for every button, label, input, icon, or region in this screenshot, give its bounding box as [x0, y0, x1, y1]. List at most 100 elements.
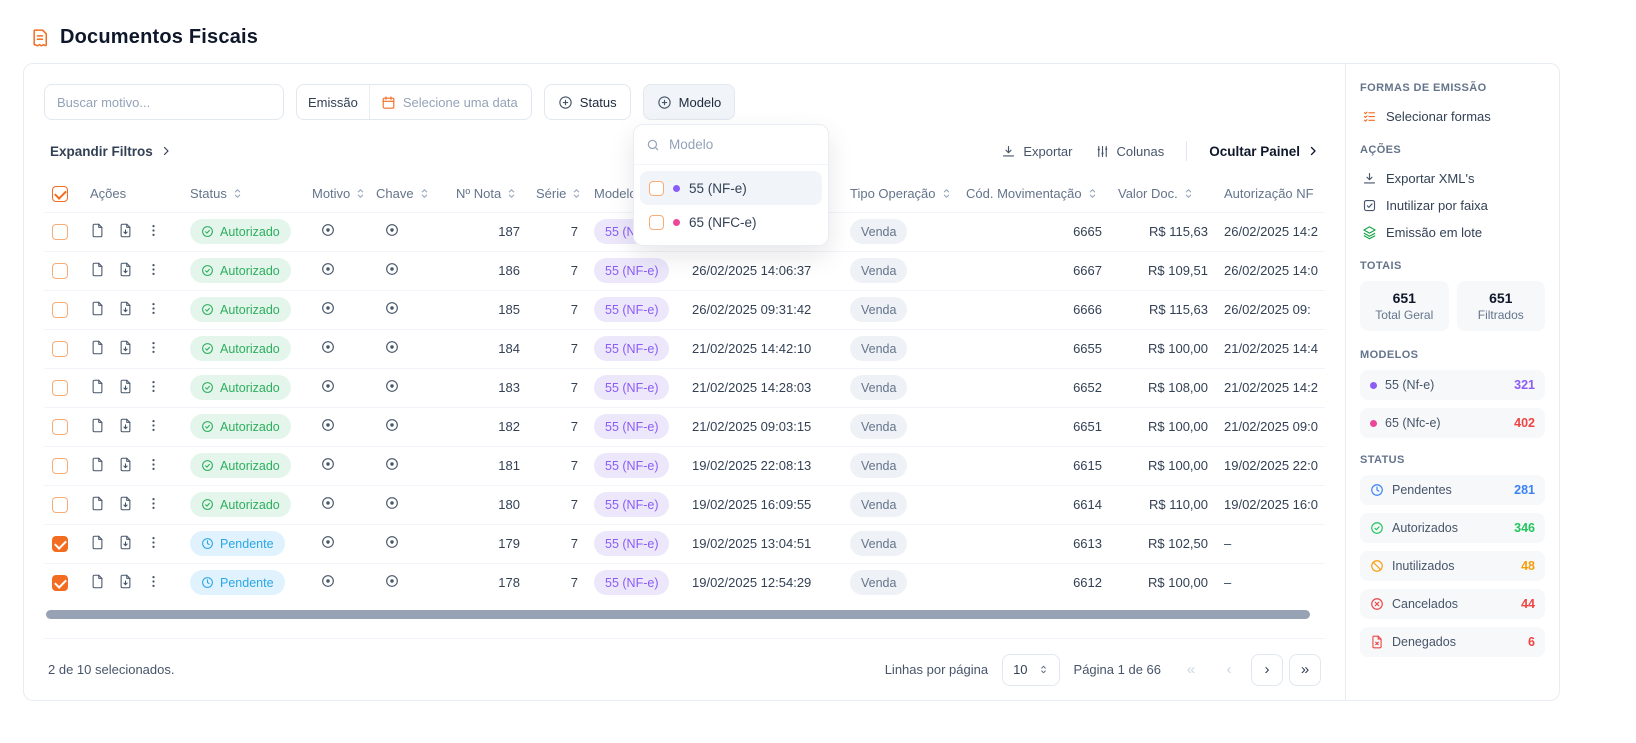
kebab-menu-icon[interactable]	[146, 301, 161, 316]
column-header-serie[interactable]: Série	[528, 175, 586, 212]
document-download-icon[interactable]	[118, 262, 133, 277]
column-header-nota[interactable]: Nº Nota	[448, 175, 528, 212]
key-view-icon[interactable]	[384, 495, 400, 511]
reason-view-icon[interactable]	[320, 573, 336, 589]
column-header-motivo[interactable]: Motivo	[304, 175, 368, 212]
kebab-menu-icon[interactable]	[146, 457, 161, 472]
row-checkbox[interactable]	[52, 497, 68, 513]
emission-date-filter[interactable]: Emissão Selecione uma data	[296, 84, 532, 120]
document-download-icon[interactable]	[118, 340, 133, 355]
document-icon[interactable]	[90, 496, 105, 511]
prev-page-button[interactable]: ‹	[1213, 654, 1245, 686]
model-dropdown-search-input[interactable]	[669, 137, 816, 152]
row-checkbox[interactable]	[52, 419, 68, 435]
row-checkbox[interactable]	[52, 575, 68, 591]
reason-view-icon[interactable]	[320, 261, 336, 277]
kebab-menu-icon[interactable]	[146, 223, 161, 238]
row-checkbox[interactable]	[52, 341, 68, 357]
key-view-icon[interactable]	[384, 339, 400, 355]
row-checkbox[interactable]	[52, 263, 68, 279]
batch-emission-item[interactable]: Emissão em lote	[1360, 219, 1545, 246]
model-dropdown-search[interactable]	[634, 125, 828, 165]
document-icon[interactable]	[90, 301, 105, 316]
document-icon[interactable]	[90, 457, 105, 472]
reason-view-icon[interactable]	[320, 222, 336, 238]
kebab-menu-icon[interactable]	[146, 535, 161, 550]
document-icon[interactable]	[90, 262, 105, 277]
document-icon[interactable]	[90, 340, 105, 355]
column-header-chave[interactable]: Chave	[368, 175, 448, 212]
key-view-icon[interactable]	[384, 534, 400, 550]
select-forms-item[interactable]: Selecionar formas	[1360, 103, 1545, 130]
reason-view-icon[interactable]	[320, 456, 336, 472]
column-header-status[interactable]: Status	[182, 175, 304, 212]
document-icon[interactable]	[90, 379, 105, 394]
model-option-65[interactable]: 65 (NFC-e)	[640, 205, 822, 239]
key-view-icon[interactable]	[384, 573, 400, 589]
kebab-menu-icon[interactable]	[146, 379, 161, 394]
kebab-menu-icon[interactable]	[146, 418, 161, 433]
document-download-icon[interactable]	[118, 496, 133, 511]
reason-view-icon[interactable]	[320, 417, 336, 433]
kebab-menu-icon[interactable]	[146, 496, 161, 511]
expand-filters-link[interactable]: Expandir Filtros	[50, 144, 172, 159]
document-download-icon[interactable]	[118, 457, 133, 472]
status-filter-button[interactable]: Status	[544, 84, 631, 120]
status-autorizados-row[interactable]: Autorizados 346	[1360, 513, 1545, 543]
export-button[interactable]: Exportar	[1001, 144, 1072, 159]
document-download-icon[interactable]	[118, 574, 133, 589]
document-download-icon[interactable]	[118, 223, 133, 238]
document-icon[interactable]	[90, 574, 105, 589]
status-denegados-row[interactable]: Denegados 6	[1360, 627, 1545, 657]
row-checkbox[interactable]	[52, 302, 68, 318]
key-view-icon[interactable]	[384, 222, 400, 238]
key-view-icon[interactable]	[384, 456, 400, 472]
horizontal-scrollbar[interactable]	[46, 610, 1323, 619]
document-icon[interactable]	[90, 223, 105, 238]
document-download-icon[interactable]	[118, 535, 133, 550]
document-download-icon[interactable]	[118, 379, 133, 394]
export-xml-item[interactable]: Exportar XML's	[1360, 165, 1545, 192]
columns-button[interactable]: Colunas	[1095, 144, 1165, 159]
key-view-icon[interactable]	[384, 417, 400, 433]
reason-view-icon[interactable]	[320, 534, 336, 550]
row-checkbox[interactable]	[52, 536, 68, 552]
hide-panel-button[interactable]: Ocultar Painel	[1209, 144, 1319, 159]
column-header-autorizacao[interactable]: Autorização NF	[1216, 175, 1325, 212]
document-icon[interactable]	[90, 418, 105, 433]
status-inutilizados-row[interactable]: Inutilizados 48	[1360, 551, 1545, 581]
kebab-menu-icon[interactable]	[146, 340, 161, 355]
invalidate-range-item[interactable]: Inutilizar por faixa	[1360, 192, 1545, 219]
key-view-icon[interactable]	[384, 300, 400, 316]
kebab-menu-icon[interactable]	[146, 574, 161, 589]
reason-view-icon[interactable]	[320, 378, 336, 394]
reason-view-icon[interactable]	[320, 495, 336, 511]
status-cancelados-row[interactable]: Cancelados 44	[1360, 589, 1545, 619]
rows-per-page-select[interactable]: 10	[1002, 654, 1059, 686]
select-all-checkbox[interactable]	[52, 186, 68, 202]
model-65-row[interactable]: 65 (Nfc-e) 402	[1360, 408, 1545, 438]
key-view-icon[interactable]	[384, 261, 400, 277]
scrollbar-thumb[interactable]	[46, 610, 1310, 619]
column-header-tipo-operacao[interactable]: Tipo Operação	[842, 175, 958, 212]
document-download-icon[interactable]	[118, 301, 133, 316]
reason-view-icon[interactable]	[320, 339, 336, 355]
option-checkbox[interactable]	[649, 215, 664, 230]
last-page-button[interactable]: »	[1289, 654, 1321, 686]
search-input[interactable]	[44, 84, 284, 120]
reason-view-icon[interactable]	[320, 300, 336, 316]
key-view-icon[interactable]	[384, 378, 400, 394]
document-icon[interactable]	[90, 535, 105, 550]
row-checkbox[interactable]	[52, 224, 68, 240]
first-page-button[interactable]: «	[1175, 654, 1207, 686]
column-header-valor[interactable]: Valor Doc.	[1110, 175, 1216, 212]
row-checkbox[interactable]	[52, 380, 68, 396]
row-checkbox[interactable]	[52, 458, 68, 474]
kebab-menu-icon[interactable]	[146, 262, 161, 277]
document-download-icon[interactable]	[118, 418, 133, 433]
model-option-55[interactable]: 55 (NF-e)	[640, 171, 822, 205]
column-header-cod-movimentacao[interactable]: Cód. Movimentação	[958, 175, 1110, 212]
model-55-row[interactable]: 55 (Nf-e) 321	[1360, 370, 1545, 400]
next-page-button[interactable]: ›	[1251, 654, 1283, 686]
option-checkbox[interactable]	[649, 181, 664, 196]
